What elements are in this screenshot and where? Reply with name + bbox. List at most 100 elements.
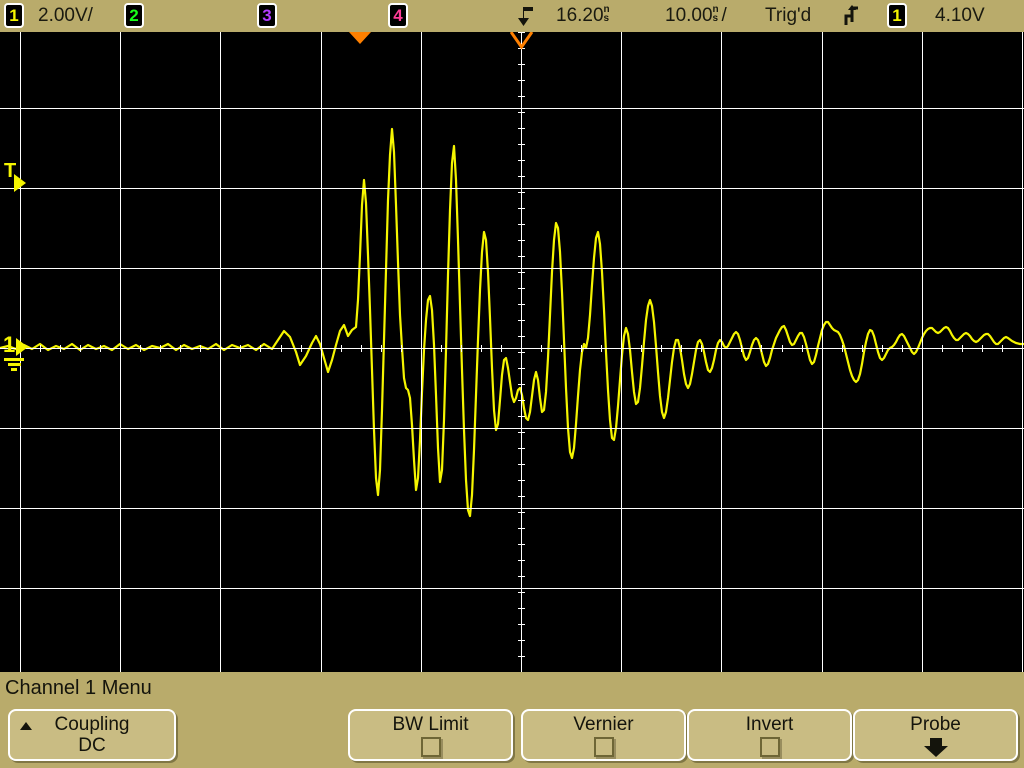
axis-tick-vertical [518, 320, 525, 321]
axis-tick-horizontal [822, 345, 823, 352]
axis-tick-horizontal [982, 345, 983, 352]
channel-3-badge[interactable]: 3 [257, 3, 277, 28]
axis-tick-horizontal [721, 345, 722, 352]
axis-tick-horizontal [741, 345, 742, 352]
axis-tick-horizontal [501, 345, 502, 352]
up-caret-icon[interactable] [20, 722, 32, 730]
grid-line-vertical [421, 32, 422, 672]
axis-tick-horizontal [361, 345, 362, 352]
softkey-checkbox[interactable] [759, 737, 780, 757]
axis-tick-horizontal [381, 345, 382, 352]
axis-tick-horizontal [401, 345, 402, 352]
trigger-source-badge[interactable]: 1 [887, 3, 907, 28]
graticule-display[interactable]: T1 [0, 32, 1024, 672]
softkey-invert[interactable]: Invert [687, 709, 852, 761]
delay-unit: ns [604, 5, 613, 24]
axis-tick-vertical [518, 432, 525, 433]
softkey-probe[interactable]: Probe [853, 709, 1018, 761]
channel-4-badge[interactable]: 4 [388, 3, 408, 28]
menu-title: Channel 1 Menu [5, 677, 152, 699]
axis-tick-horizontal [240, 345, 241, 352]
softkey-vernier[interactable]: Vernier [521, 709, 686, 761]
axis-tick-horizontal [321, 345, 322, 352]
axis-tick-horizontal [40, 345, 41, 352]
axis-tick-horizontal [60, 345, 61, 352]
trigger-level-value[interactable]: 4.10V [935, 5, 985, 27]
axis-tick-horizontal [581, 345, 582, 352]
axis-tick-vertical [518, 656, 525, 657]
grid-line-horizontal [0, 108, 1024, 109]
softkey-coupling[interactable]: Coupling DC [8, 709, 176, 761]
grid-line-vertical [120, 32, 121, 672]
trigger-delay-value[interactable]: 16.20 n s [556, 5, 613, 27]
axis-tick-horizontal [421, 345, 422, 352]
softkey-label: Coupling [54, 714, 130, 735]
channel-1-badge[interactable]: 1 [4, 3, 24, 28]
axis-tick-vertical [518, 304, 525, 305]
axis-tick-vertical [518, 592, 525, 593]
axis-tick-vertical [518, 112, 525, 113]
oscilloscope-screen: 1 2.00V/2 3 4 16.20 n s 10.00 n s / Trig'd 1 4.10V T1… [0, 0, 1024, 768]
axis-tick-vertical [518, 464, 525, 465]
grid-line-horizontal [0, 188, 1024, 189]
axis-tick-horizontal [260, 345, 261, 352]
axis-tick-vertical [518, 256, 525, 257]
grid-line-vertical [220, 32, 221, 672]
timebase-value[interactable]: 10.00 n s / [665, 5, 727, 27]
channel-1-scale[interactable]: 2.00V/ [38, 5, 93, 27]
axis-tick-vertical [518, 240, 525, 241]
softkey-checkbox[interactable] [420, 737, 441, 757]
axis-tick-horizontal [180, 345, 181, 352]
axis-tick-vertical [518, 544, 525, 545]
axis-tick-horizontal [561, 345, 562, 352]
axis-tick-horizontal [481, 345, 482, 352]
softkey-bw-limit[interactable]: BW Limit [348, 709, 513, 761]
axis-tick-vertical [518, 608, 525, 609]
grid-center-horizontal-axis [0, 348, 1024, 349]
axis-tick-vertical [518, 352, 525, 353]
axis-tick-horizontal [160, 345, 161, 352]
axis-tick-vertical [518, 576, 525, 577]
axis-tick-horizontal [441, 345, 442, 352]
rising-edge-slope-icon[interactable] [842, 2, 862, 34]
axis-tick-vertical [518, 528, 525, 529]
timebase-unit: ns [713, 5, 722, 24]
axis-tick-horizontal [761, 345, 762, 352]
axis-tick-vertical [518, 384, 525, 385]
axis-tick-horizontal [902, 345, 903, 352]
waveform-trace [0, 127, 1024, 518]
unit-denominator: s [712, 13, 719, 24]
delay-position-marker[interactable] [349, 32, 371, 44]
axis-tick-vertical [518, 128, 525, 129]
axis-tick-horizontal [641, 345, 642, 352]
axis-tick-horizontal [862, 345, 863, 352]
axis-tick-horizontal [782, 345, 783, 352]
softkey-label: Probe [910, 714, 961, 735]
grid-line-horizontal [0, 588, 1024, 589]
axis-tick-vertical [518, 480, 525, 481]
axis-tick-horizontal [882, 345, 883, 352]
axis-tick-vertical [518, 400, 525, 401]
grid-line-vertical [922, 32, 923, 672]
trigger-position-marker[interactable] [509, 32, 534, 50]
grid-line-vertical [621, 32, 622, 672]
softkey-checkbox[interactable] [593, 737, 614, 757]
down-arrow-icon[interactable] [922, 736, 950, 763]
axis-tick-vertical [518, 336, 525, 337]
axis-tick-vertical [518, 416, 525, 417]
softkey-label: Vernier [573, 714, 634, 735]
axis-tick-vertical [518, 368, 525, 369]
axis-tick-horizontal [100, 345, 101, 352]
axis-tick-vertical [518, 160, 525, 161]
softkey-menu-bar: Channel 1 Menu Coupling DC BW Limit Vernier… [0, 672, 1024, 768]
channel-2-badge[interactable]: 2 [124, 3, 144, 28]
axis-tick-horizontal [220, 345, 221, 352]
axis-tick-horizontal [661, 345, 662, 352]
status-bar: 1 2.00V/2 3 4 16.20 n s 10.00 n s / Trig'd 1 4.10V [0, 0, 1024, 32]
axis-tick-horizontal [80, 345, 81, 352]
grid-line-vertical [822, 32, 823, 672]
axis-tick-horizontal [301, 345, 302, 352]
axis-tick-vertical [518, 192, 525, 193]
grid-line-vertical [721, 32, 722, 672]
softkey-label: Invert [745, 714, 794, 735]
